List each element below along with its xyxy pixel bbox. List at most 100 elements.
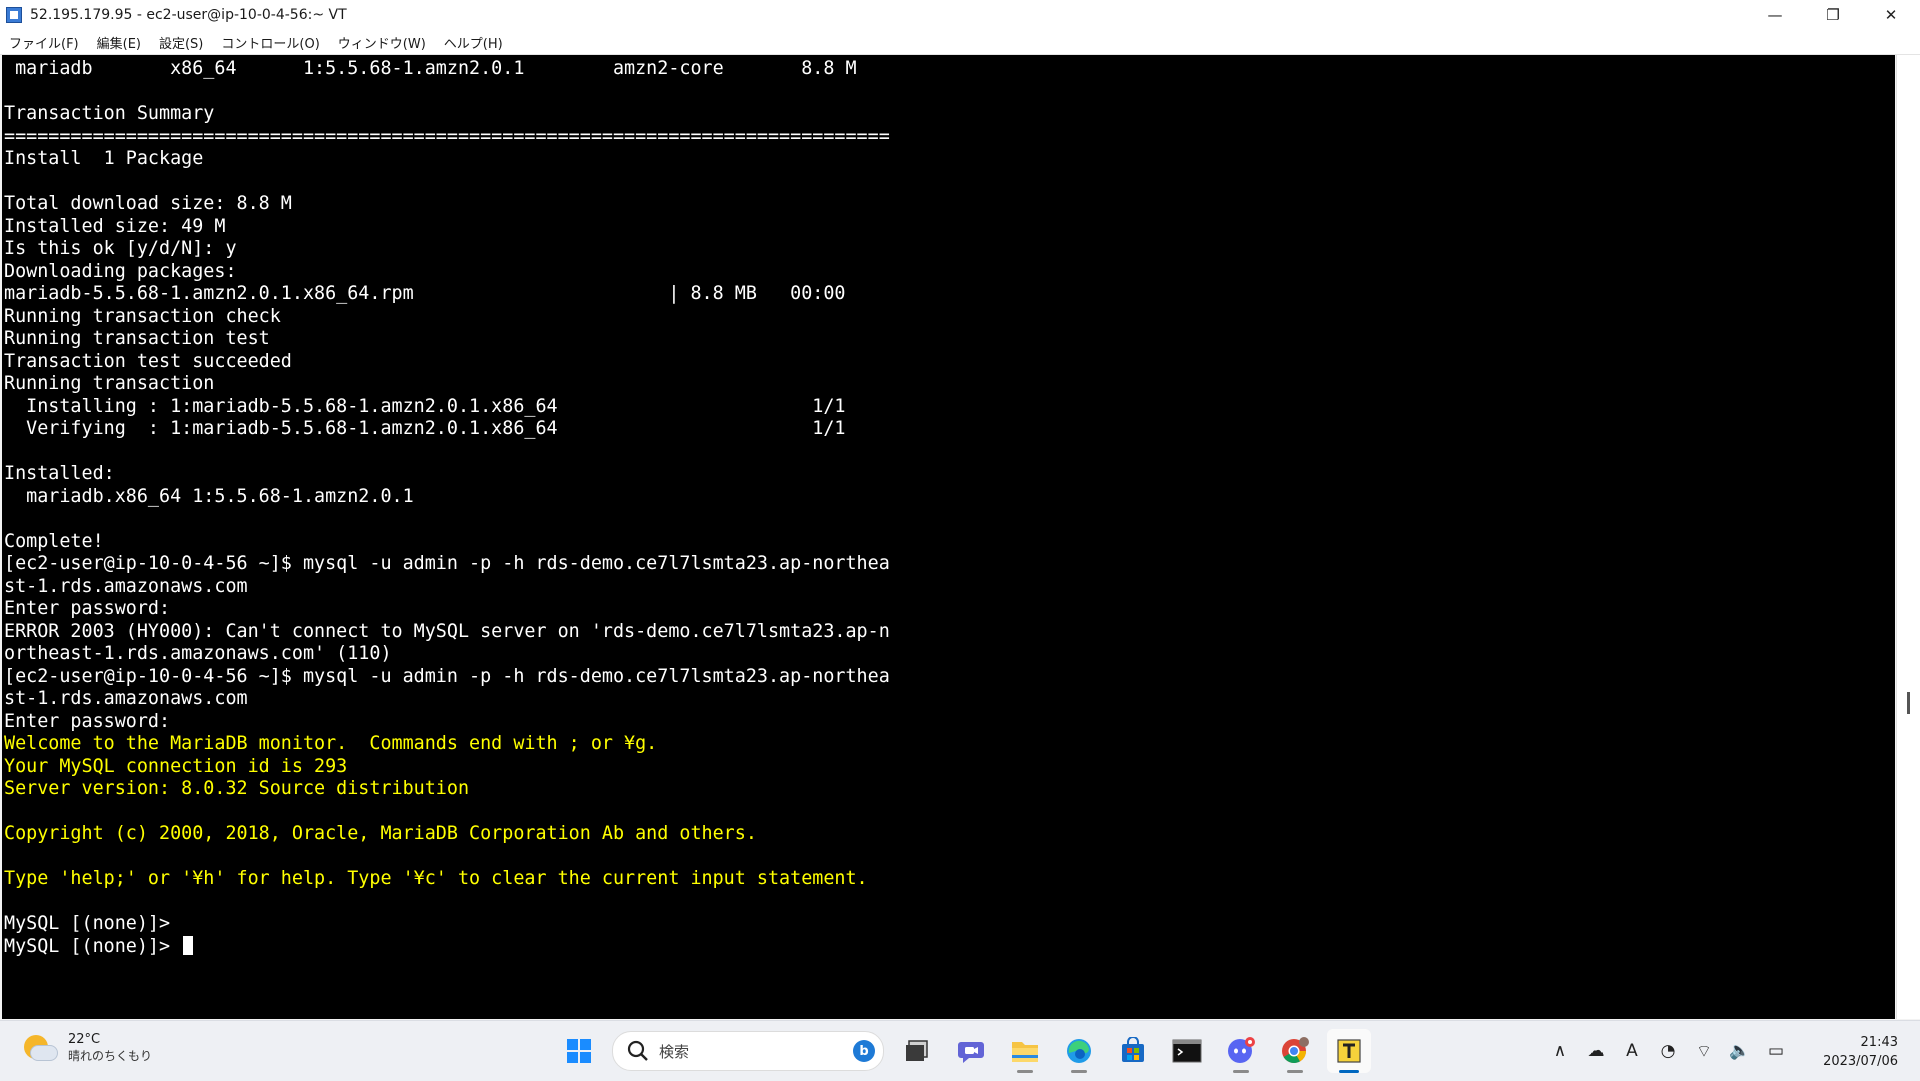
terminal-line: mariadb.x86_64 1:5.5.68-1.amzn2.0.1 xyxy=(4,486,890,509)
menu-edit[interactable]: 編集(E) xyxy=(88,33,150,52)
menu-control[interactable]: コントロール(O) xyxy=(212,33,328,52)
taskbar: 22°C 晴れのちくもり 検索 b ∧ ☁ A ◔ ⌔ 🔈 ▭ 21:43 20… xyxy=(0,1020,1920,1081)
bing-icon[interactable]: b xyxy=(853,1040,875,1062)
terminal-line: mariadb x86_64 1:5.5.68-1.amzn2.0.1 amzn… xyxy=(4,58,890,81)
terminal-line-text: MySQL [(none)]> xyxy=(4,935,182,957)
terminal-line: Installed size: 49 M xyxy=(4,216,890,239)
terminal-line: [ec2-user@ip-10-0-4-56 ~]$ mysql -u admi… xyxy=(4,553,890,576)
terminal-line-text: st-1.rds.amazonaws.com xyxy=(4,688,248,709)
volume-icon[interactable]: 🔈 xyxy=(1725,1036,1755,1066)
teraterm-app-icon[interactable] xyxy=(6,7,22,23)
restore-button[interactable]: ❐ xyxy=(1804,0,1862,30)
terminal-line: Running transaction xyxy=(4,373,890,396)
terminal-line: MySQL [(none)]> xyxy=(4,935,890,959)
terminal-line: st-1.rds.amazonaws.com xyxy=(4,576,890,599)
terminal-line-text: Running transaction check xyxy=(4,305,281,327)
window-title: 52.195.179.95 - ec2-user@ip-10-0-4-56:~ … xyxy=(30,7,347,23)
terminal-line: ERROR 2003 (HY000): Can't connect to MyS… xyxy=(4,621,890,644)
terminal-screen[interactable]: mariadb x86_64 1:5.5.68-1.amzn2.0.1 amzn… xyxy=(2,55,1895,1019)
terminal-line-text: Enter password: xyxy=(4,710,171,732)
edge-icon[interactable] xyxy=(1057,1029,1101,1073)
terminal-scrollbar[interactable] xyxy=(1896,55,1920,1019)
show-hidden-icon[interactable]: ∧ xyxy=(1545,1036,1575,1066)
terminal-line: Your MySQL connection id is 293 xyxy=(4,756,890,779)
discord-icon[interactable] xyxy=(1219,1029,1263,1073)
teraterm-icon[interactable] xyxy=(1327,1029,1371,1073)
terminal-icon[interactable] xyxy=(1165,1029,1209,1073)
menu-help[interactable]: ヘルプ(H) xyxy=(435,33,512,52)
terminal-line-text: ========================================… xyxy=(4,125,890,147)
terminal-line-text: Type 'help;' or '¥h' for help. Type '¥c'… xyxy=(4,868,868,889)
terminal-line: Type 'help;' or '¥h' for help. Type '¥c'… xyxy=(4,868,890,891)
terminal-line-text: [ec2-user@ip-10-0-4-56 ~]$ mysql -u admi… xyxy=(4,665,890,687)
menu-file[interactable]: ファイル(F) xyxy=(0,33,88,52)
close-button[interactable]: ✕ xyxy=(1862,0,1920,30)
menu-window[interactable]: ウィンドウ(W) xyxy=(329,33,435,52)
terminal-line-text: Is this ok [y/d/N]: y xyxy=(4,238,237,259)
terminal-line: Transaction test succeeded xyxy=(4,351,890,374)
sync-icon[interactable]: ◔ xyxy=(1653,1036,1683,1066)
battery-icon[interactable]: ▭ xyxy=(1761,1036,1791,1066)
terminal-line: Server version: 8.0.32 Source distributi… xyxy=(4,778,890,801)
weather-temperature: 22°C xyxy=(68,1032,101,1047)
terminal-line-text: Complete! xyxy=(4,530,104,552)
terminal-line: Enter password: xyxy=(4,711,890,734)
terminal-line: Running transaction check xyxy=(4,306,890,329)
terminal-line: Transaction Summary xyxy=(4,103,890,126)
terminal-line: mariadb-5.5.68-1.amzn2.0.1.x86_64.rpm | … xyxy=(4,283,890,306)
terminal-line-text: mariadb-5.5.68-1.amzn2.0.1.x86_64.rpm | … xyxy=(4,283,846,304)
terminal-line-text: mariadb.x86_64 1:5.5.68-1.amzn2.0.1 xyxy=(4,485,414,507)
task-view-icon[interactable] xyxy=(895,1029,939,1073)
terminal-line-text: Installed size: 49 M xyxy=(4,215,226,237)
taskbar-clock[interactable]: 21:43 2023/07/06 xyxy=(1823,1033,1898,1071)
terminal-line-text: Server version: 8.0.32 Source distributi… xyxy=(4,778,470,799)
terminal-line-text: MySQL [(none)]> xyxy=(4,913,171,934)
menu-setup[interactable]: 設定(S) xyxy=(150,33,212,52)
terminal-line-text: Installed: xyxy=(4,463,115,484)
terminal-line: Install 1 Package xyxy=(4,148,890,171)
terminal-line-text: Copyright (c) 2000, 2018, Oracle, MariaD… xyxy=(4,823,757,844)
terminal-line-text: Welcome to the MariaDB monitor. Commands… xyxy=(4,733,658,754)
terminal-line: Copyright (c) 2000, 2018, Oracle, MariaD… xyxy=(4,823,890,846)
search-placeholder: 検索 xyxy=(659,1042,690,1061)
terminal-line-text: mariadb x86_64 1:5.5.68-1.amzn2.0.1 amzn… xyxy=(4,58,857,79)
terminal-line: Downloading packages: xyxy=(4,261,890,284)
minimize-button[interactable]: — xyxy=(1746,0,1804,30)
window-title-bar[interactable]: 52.195.179.95 - ec2-user@ip-10-0-4-56:~ … xyxy=(0,0,1920,30)
teams-chat-icon[interactable] xyxy=(949,1029,993,1073)
terminal-line-text: Your MySQL connection id is 293 xyxy=(4,755,348,777)
menu-bar: ファイル(F) 編集(E) 設定(S) コントロール(O) ウィンドウ(W) ヘ… xyxy=(0,30,1920,55)
terminal-line-text: ortheast-1.rds.amazonaws.com' (110) xyxy=(4,643,392,664)
terminal-line-text: Running transaction xyxy=(4,373,215,394)
ime-icon[interactable]: A xyxy=(1617,1036,1647,1066)
start-icon[interactable] xyxy=(557,1029,601,1073)
terminal-line: Running transaction test xyxy=(4,328,890,351)
terminal-line: Complete! xyxy=(4,531,890,554)
terminal-line-text: Transaction Summary xyxy=(4,103,215,124)
terminal-line: Welcome to the MariaDB monitor. Commands… xyxy=(4,733,890,756)
terminal-line: ortheast-1.rds.amazonaws.com' (110) xyxy=(4,643,890,666)
chrome-icon[interactable] xyxy=(1273,1029,1317,1073)
terminal-line-text: [ec2-user@ip-10-0-4-56 ~]$ mysql -u admi… xyxy=(4,553,890,574)
onedrive-icon[interactable]: ☁ xyxy=(1581,1036,1611,1066)
terminal-line-text: Transaction test succeeded xyxy=(4,350,292,372)
terminal-line: ========================================… xyxy=(4,126,890,149)
terminal-line: Verifying : 1:mariadb-5.5.68-1.amzn2.0.1… xyxy=(4,418,890,441)
terminal-line-text: Running transaction test xyxy=(4,328,270,349)
system-tray: ∧ ☁ A ◔ ⌔ 🔈 ▭ xyxy=(1542,1033,1794,1069)
wifi-icon[interactable]: ⌔ xyxy=(1689,1036,1719,1066)
scrollbar-thumb[interactable] xyxy=(1907,692,1910,714)
search-icon xyxy=(627,1040,648,1061)
taskbar-search-box[interactable]: 検索 b xyxy=(612,1031,884,1071)
clock-time: 21:43 xyxy=(1860,1035,1898,1050)
weather-widget[interactable]: 22°C 晴れのちくもり xyxy=(22,1031,152,1065)
ms-store-icon[interactable] xyxy=(1111,1029,1155,1073)
terminal-line: Enter password: xyxy=(4,598,890,621)
terminal-line: MySQL [(none)]> xyxy=(4,913,890,936)
terminal-line-text: Enter password: xyxy=(4,598,171,619)
file-explorer-icon[interactable] xyxy=(1003,1029,1047,1073)
weather-description: 晴れのちくもり xyxy=(68,1049,153,1063)
